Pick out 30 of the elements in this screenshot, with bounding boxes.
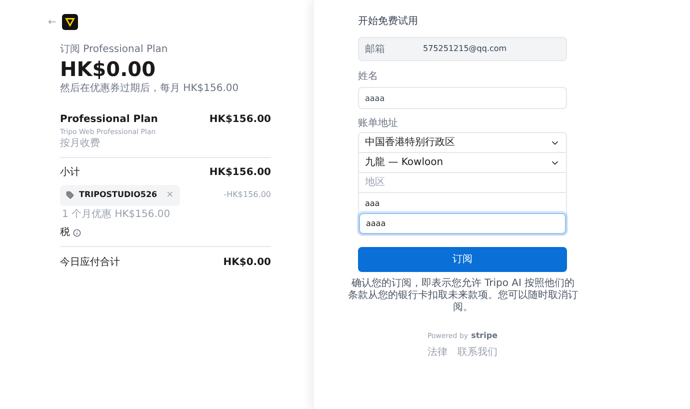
coupon-note: 然后在优惠券过期后，每月 HK$156.00	[60, 82, 240, 96]
subtotal-label: 小计	[60, 166, 80, 180]
consent-text: 确认您的订阅，即表示您允许 Tripo AI 按照他们的条款从您的银行卡扣取未来款项。您可以随时取消订阅。	[348, 278, 578, 314]
email-field[interactable]: 邮箱 575251215@qq.com	[358, 37, 567, 61]
billing-period: 按月收费	[60, 138, 101, 150]
tax-label: 税	[60, 226, 70, 240]
subscribe-button[interactable]: 订阅	[358, 247, 567, 272]
item-name: Professional Plan	[60, 113, 158, 127]
name-field[interactable]: aaaa	[358, 87, 567, 109]
form-heading: 开始免费试用	[358, 14, 419, 29]
plan-title: 订阅 Professional Plan	[60, 43, 169, 57]
region-select[interactable]: 九龍 — Kowloon	[359, 153, 566, 173]
coupon-code: TRIPOSTUDIO526	[79, 189, 158, 202]
address-label: 账单地址	[358, 116, 399, 131]
info-icon[interactable]	[73, 228, 81, 236]
tag-icon	[66, 191, 74, 200]
subtotal-amount: HK$156.00	[209, 166, 271, 180]
stripe-logo: stripe	[471, 330, 498, 342]
discount-amount: -HK$156.00	[224, 189, 271, 202]
district-field[interactable]: 地区	[359, 173, 566, 193]
total-label: 今日应付合计	[60, 256, 120, 270]
amount: HK$0.00	[60, 57, 156, 81]
logo-icon	[62, 14, 78, 30]
address-line-field[interactable]: aaaa	[359, 213, 566, 234]
name-label: 姓名	[358, 70, 379, 84]
item-price: HK$156.00	[209, 113, 271, 127]
total-amount: HK$0.00	[223, 256, 271, 270]
country-select[interactable]: 中国香港特别行政区	[359, 133, 566, 153]
address-line-field[interactable]: aaa	[359, 193, 566, 213]
discount-note: 1 个月优惠 HK$156.00	[62, 208, 172, 222]
